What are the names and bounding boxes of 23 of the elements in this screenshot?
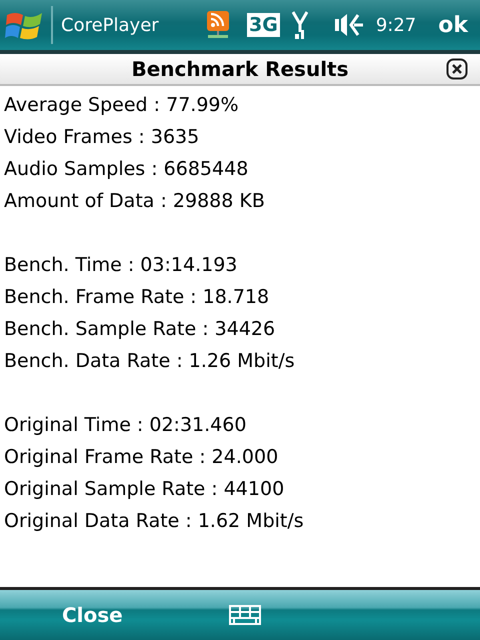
rss-feed-icon[interactable] xyxy=(205,10,231,40)
close-button[interactable]: Close xyxy=(62,603,123,627)
ok-button[interactable]: ok xyxy=(438,12,468,38)
dialog-title: Benchmark Results xyxy=(131,57,349,81)
signal-icon xyxy=(292,10,308,40)
result-line: Amount of Data : 29888 KB xyxy=(4,189,266,214)
keyboard-icon[interactable] xyxy=(228,605,261,625)
result-line: Original Frame Rate : 24.000 xyxy=(4,445,280,470)
network-badge: 3G xyxy=(247,13,280,37)
result-line: Bench. Data Rate : 1.26 Mbit/s xyxy=(4,349,296,374)
clock-time[interactable]: 9:27 xyxy=(376,14,416,36)
result-line: Video Frames : 3635 xyxy=(4,125,200,150)
app-title: CorePlayer xyxy=(61,14,160,36)
speaker-muted-icon[interactable] xyxy=(334,13,364,37)
result-line: Original Sample Rate : 44100 xyxy=(4,477,286,502)
result-line: Bench. Sample Rate : 34426 xyxy=(4,317,276,342)
result-line: Average Speed : 77.99% xyxy=(4,93,240,118)
result-line: Bench. Time : 03:14.193 xyxy=(4,253,238,278)
result-line: Bench. Frame Rate : 18.718 xyxy=(4,285,270,310)
close-icon[interactable] xyxy=(446,58,468,80)
result-line: Original Data Rate : 1.62 Mbit/s xyxy=(4,509,305,534)
result-line: Audio Samples : 6685448 xyxy=(4,157,250,182)
result-line: Original Time : 02:31.460 xyxy=(4,413,248,438)
